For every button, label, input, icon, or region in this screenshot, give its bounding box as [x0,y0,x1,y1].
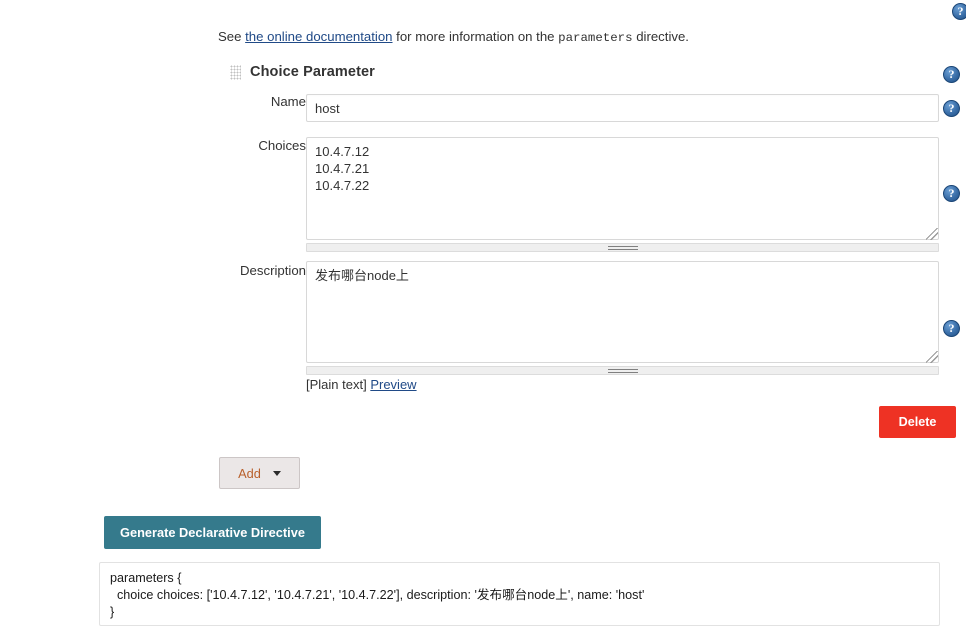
intro-prefix: See [218,29,246,44]
name-label: Name [270,94,306,109]
generated-code-output[interactable]: parameters { choice choices: ['10.4.7.12… [99,562,940,626]
section-title: Choice Parameter [250,64,375,80]
choices-textarea[interactable] [306,137,939,240]
intro-suffix: directive. [632,29,689,44]
help-icon-top[interactable]: ? [952,3,966,20]
help-icon-section[interactable]: ? [943,66,960,83]
choice-parameter-section-header: Choice Parameter [230,64,375,80]
generate-declarative-directive-button[interactable]: Generate Declarative Directive [104,516,321,549]
drag-handle-icon[interactable] [230,64,241,80]
delete-button[interactable]: Delete [879,406,956,438]
intro-text: See the online documentation for more in… [218,29,689,45]
description-label: Description [240,263,306,278]
help-icon-choices[interactable]: ? [943,185,960,202]
help-icon-description[interactable]: ? [943,320,960,337]
parameters-code-term: parameters [558,31,633,45]
directive-generator-page: See the online documentation for more in… [0,0,966,626]
name-input[interactable] [306,94,939,122]
plain-text-label: [Plain text] [306,377,367,392]
help-icon-name[interactable]: ? [943,100,960,117]
online-documentation-link[interactable]: the online documentation [245,29,392,44]
intro-middle: for more information on the [392,29,559,44]
chevron-down-icon[interactable] [272,470,281,476]
description-drag-bar[interactable] [306,366,939,375]
choices-label: Choices [258,138,306,153]
preview-link[interactable]: Preview [370,377,416,392]
add-button-label: Add [238,465,261,481]
description-textarea[interactable] [306,261,939,363]
add-button[interactable]: Add [219,457,300,489]
preview-row: [Plain text] Preview [306,377,417,392]
choices-drag-bar[interactable] [306,243,939,252]
